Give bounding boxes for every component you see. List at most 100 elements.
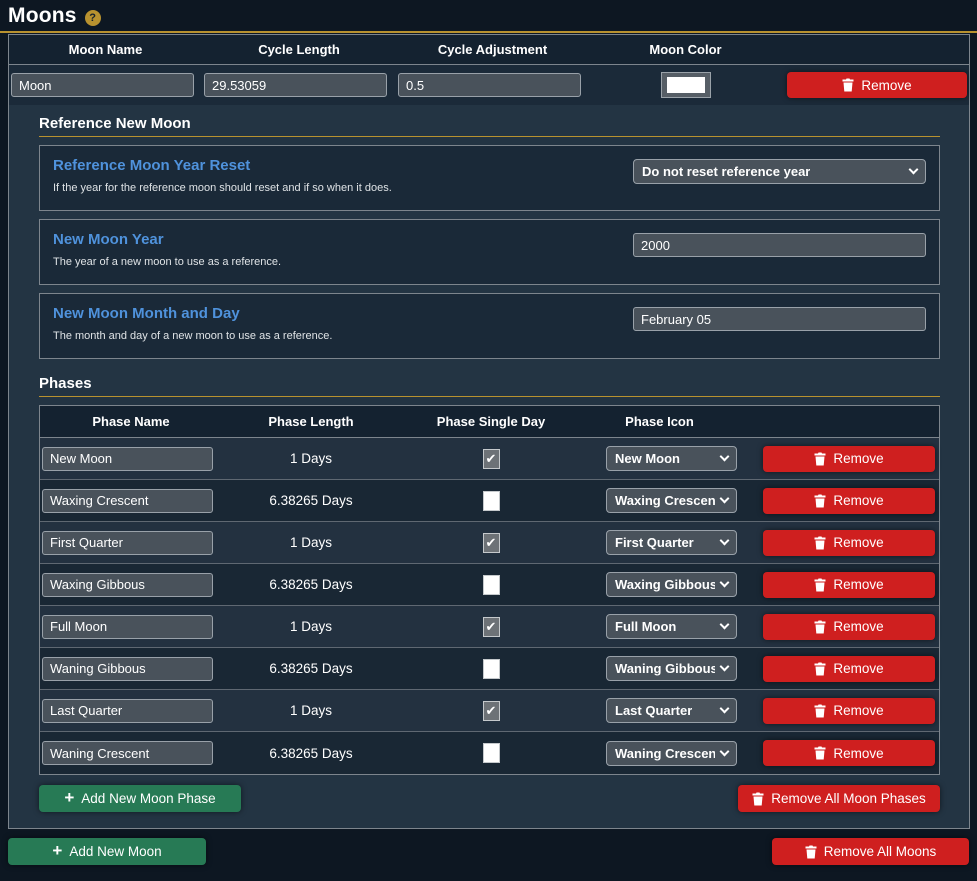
remove-phase-button[interactable]: Remove	[763, 698, 935, 724]
cycle-adjustment-input[interactable]	[398, 73, 581, 97]
phase-single-day-header: Phase Single Day	[400, 414, 582, 429]
new-moon-year-field: New Moon Year The year of a new moon to …	[39, 219, 940, 285]
phase-single-day-checkbox[interactable]: ✔	[483, 533, 500, 553]
trash-icon	[814, 536, 826, 550]
remove-phase-button[interactable]: Remove	[763, 656, 935, 682]
new-moon-month-day-field: New Moon Month and Day The month and day…	[39, 293, 940, 359]
remove-phase-button[interactable]: Remove	[763, 488, 935, 514]
remove-moon-button[interactable]: Remove	[787, 72, 967, 98]
phase-icon-select[interactable]: First Quarter	[606, 530, 737, 555]
remove-phase-button[interactable]: Remove	[763, 530, 935, 556]
phase-single-day-checkbox[interactable]: ✔	[483, 617, 500, 637]
chevron-down-icon	[720, 620, 730, 630]
phases-table: Phase Name Phase Length Phase Single Day…	[39, 405, 940, 775]
remove-all-moons-button[interactable]: Remove All Moons	[772, 838, 969, 865]
add-new-moon-phase-button[interactable]: + Add New Moon Phase	[39, 785, 241, 812]
phases-buttons-row: + Add New Moon Phase Remove All Moon Pha…	[39, 785, 940, 812]
phases-table-header: Phase Name Phase Length Phase Single Day…	[40, 406, 939, 438]
new-moon-year-description: The year of a new moon to use as a refer…	[53, 256, 281, 268]
phase-length-text: 1 Days	[222, 451, 400, 466]
moon-name-input[interactable]	[11, 73, 194, 97]
remove-phase-button[interactable]: Remove	[763, 572, 935, 598]
trash-icon	[814, 662, 826, 676]
plus-icon: +	[52, 842, 62, 859]
phase-length-text: 1 Days	[222, 703, 400, 718]
remove-phase-button[interactable]: Remove	[763, 446, 935, 472]
phase-length-text: 1 Days	[222, 535, 400, 550]
add-new-moon-label: Add New Moon	[69, 844, 161, 859]
phase-remove-label: Remove	[833, 535, 883, 550]
chevron-down-icon	[720, 704, 730, 714]
phase-remove-label: Remove	[833, 661, 883, 676]
phase-icon-select[interactable]: Full Moon	[606, 614, 737, 639]
phase-name-input[interactable]	[42, 657, 213, 681]
remove-phase-button[interactable]: Remove	[763, 614, 935, 640]
reference-new-moon-heading: Reference New Moon	[39, 109, 940, 137]
phase-remove-label: Remove	[833, 619, 883, 634]
phase-icon-select[interactable]: Waxing Gibbous	[606, 572, 737, 597]
phase-row: 6.38265 Days Waning Gibbous Remove	[40, 648, 939, 690]
phase-single-day-checkbox[interactable]: ✔	[483, 701, 500, 721]
phase-row: 1 Days ✔ Last Quarter Remove	[40, 690, 939, 732]
chevron-down-icon	[720, 578, 730, 588]
reference-year-reset-select[interactable]: Do not reset reference year	[633, 159, 926, 184]
phase-name-input[interactable]	[42, 531, 213, 555]
phase-icon-select[interactable]: Waxing Crescent	[606, 488, 737, 513]
trash-icon	[814, 452, 826, 466]
new-moon-month-day-description: The month and day of a new moon to use a…	[53, 330, 332, 342]
add-new-moon-phase-label: Add New Moon Phase	[81, 791, 215, 806]
phase-length-text: 1 Days	[222, 619, 400, 634]
phase-name-input[interactable]	[42, 447, 213, 471]
cycle-length-input[interactable]	[204, 73, 387, 97]
help-icon[interactable]: ?	[85, 10, 101, 26]
phase-icon-header: Phase Icon	[582, 414, 737, 429]
phase-icon-select-value: Last Quarter	[615, 703, 692, 718]
moon-color-swatch	[667, 77, 705, 93]
phase-name-input[interactable]	[42, 699, 213, 723]
phase-remove-label: Remove	[833, 451, 883, 466]
trash-icon	[814, 494, 826, 508]
add-new-moon-button[interactable]: + Add New Moon	[8, 838, 206, 865]
new-moon-year-input[interactable]	[633, 233, 926, 257]
phase-name-input[interactable]	[42, 615, 213, 639]
phase-icon-select[interactable]: Waning Gibbous	[606, 656, 737, 681]
phase-icon-select-value: New Moon	[615, 451, 680, 466]
phase-name-input[interactable]	[42, 573, 213, 597]
phase-single-day-checkbox[interactable]: ✔	[483, 449, 500, 469]
phase-single-day-checkbox[interactable]	[483, 743, 500, 763]
phase-length-text: 6.38265 Days	[222, 661, 400, 676]
phase-length-text: 6.38265 Days	[222, 577, 400, 592]
phase-single-day-checkbox[interactable]	[483, 659, 500, 679]
phase-icon-select[interactable]: Last Quarter	[606, 698, 737, 723]
remove-all-moon-phases-button[interactable]: Remove All Moon Phases	[738, 785, 940, 812]
phase-name-input[interactable]	[42, 741, 213, 765]
phase-icon-select-value: First Quarter	[615, 535, 694, 550]
new-moon-month-day-input[interactable]	[633, 307, 926, 331]
phase-rows: 1 Days ✔ New Moon Remove 6.38265 Days Wa…	[40, 438, 939, 774]
phase-single-day-checkbox[interactable]	[483, 491, 500, 511]
reference-year-reset-field: Reference Moon Year Reset If the year fo…	[39, 145, 940, 211]
moon-color-input[interactable]	[661, 72, 711, 98]
moons-settings-page: Moons ? Moon Name Cycle Length Cycle Adj…	[0, 0, 977, 881]
moon-table-header: Moon Name Cycle Length Cycle Adjustment …	[9, 35, 969, 65]
moon-color-header: Moon Color	[589, 42, 782, 57]
remove-all-moon-phases-label: Remove All Moon Phases	[771, 791, 926, 806]
phase-length-text: 6.38265 Days	[222, 746, 400, 761]
trash-icon	[814, 578, 826, 592]
phase-icon-select[interactable]: Waning Crescent	[606, 741, 737, 766]
phase-icon-select[interactable]: New Moon	[606, 446, 737, 471]
phase-name-input[interactable]	[42, 489, 213, 513]
phase-length-header: Phase Length	[222, 414, 400, 429]
remove-all-moons-label: Remove All Moons	[824, 844, 937, 859]
remove-phase-button[interactable]: Remove	[763, 740, 935, 766]
phase-name-header: Phase Name	[40, 414, 222, 429]
phase-single-day-checkbox[interactable]	[483, 575, 500, 595]
phase-remove-label: Remove	[833, 703, 883, 718]
phases-heading: Phases	[39, 369, 940, 397]
phase-icon-select-value: Waxing Crescent	[615, 493, 715, 508]
moon-name-header: Moon Name	[9, 42, 202, 57]
phase-row: 1 Days ✔ Full Moon Remove	[40, 606, 939, 648]
new-moon-year-title: New Moon Year	[53, 231, 281, 248]
phase-row: 1 Days ✔ New Moon Remove	[40, 438, 939, 480]
cycle-adjustment-header: Cycle Adjustment	[396, 42, 589, 57]
